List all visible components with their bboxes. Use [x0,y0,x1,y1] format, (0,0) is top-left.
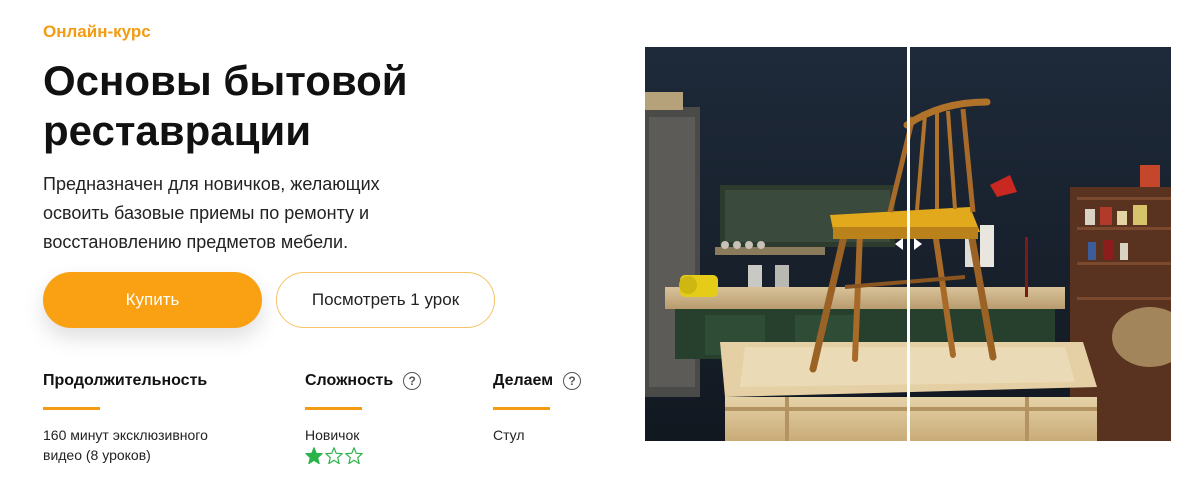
stat-duration-underline [43,407,100,410]
question-circle-icon[interactable]: ? [563,372,582,390]
stat-making-value: Стул [493,427,525,443]
stat-difficulty-value: Новичок [305,427,360,443]
stat-duration-label-text: Продолжительность [43,372,208,389]
star-filled-icon [305,447,323,464]
question-circle-icon[interactable]: ? [403,372,422,390]
stat-difficulty-underline [305,407,362,410]
star-empty-icon [345,447,363,464]
course-type-label: Онлайн-курс [43,22,151,41]
stat-making-underline [493,407,550,410]
buy-button[interactable]: Купить [43,272,262,328]
course-hero: Онлайн-курс Основы бытовой реставрации П… [0,0,1200,490]
stat-making-label-text: Делаем [493,372,554,389]
course-description: Предназначен для новичков, желающих осво… [43,174,380,252]
stat-difficulty-label-text: Сложность [305,372,394,389]
stat-making-label: Делаем ? [493,370,623,392]
star-empty-icon [325,447,343,464]
stat-difficulty-label: Сложность ? [305,370,465,392]
stat-duration-label: Продолжительность [43,370,243,392]
stat-duration-value: 160 минут эксклюзивного видео (8 уроков) [43,427,208,463]
stat-difficulty: Сложность ? Новичок [305,370,465,464]
course-title: Основы бытовой реставрации [43,57,408,154]
before-after-photo-slider[interactable] [645,47,1171,441]
watch-lesson-button[interactable]: Посмотреть 1 урок [276,272,495,328]
stat-duration: Продолжительность 160 минут эксклюзивног… [43,370,243,465]
double-arrow-handle-icon[interactable] [894,233,923,255]
stat-making: Делаем ? Стул [493,370,623,445]
difficulty-rating [305,447,465,464]
